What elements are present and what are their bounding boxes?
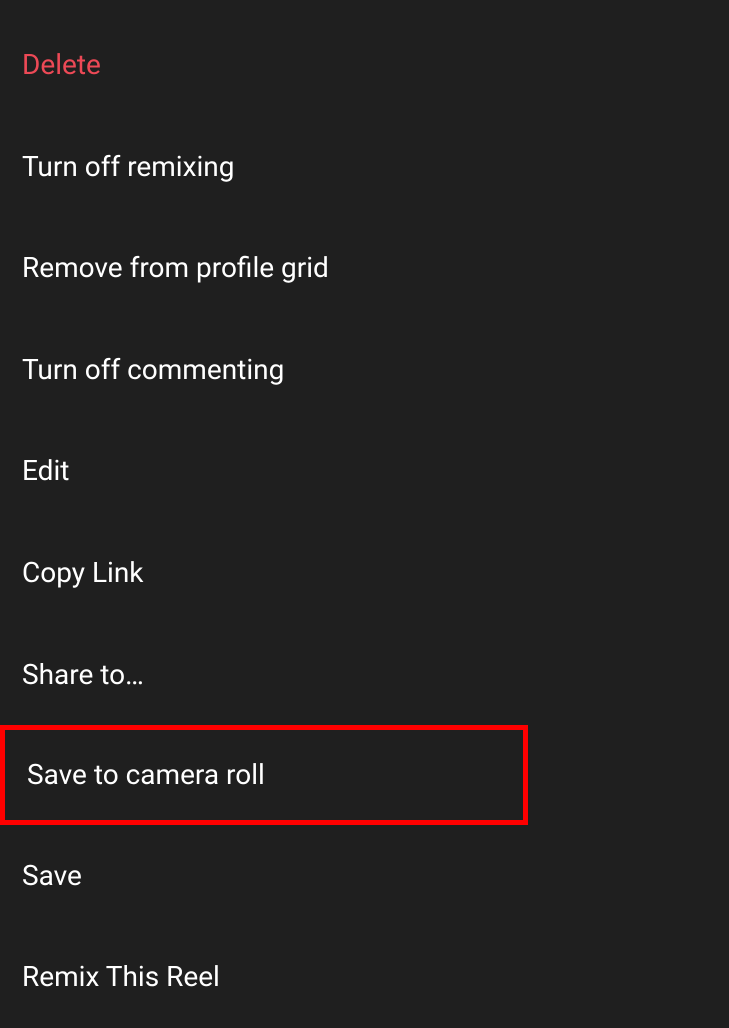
edit-option[interactable]: Edit <box>0 420 729 522</box>
turn-off-remixing-option[interactable]: Turn off remixing <box>0 116 729 218</box>
highlighted-annotation: Save to camera roll <box>0 725 528 825</box>
save-to-camera-roll-option[interactable]: Save to camera roll <box>5 730 523 820</box>
delete-option[interactable]: Delete <box>0 14 729 116</box>
turn-off-commenting-option[interactable]: Turn off commenting <box>0 319 729 421</box>
remove-from-profile-grid-option[interactable]: Remove from profile grid <box>0 217 729 319</box>
copy-link-option[interactable]: Copy Link <box>0 522 729 624</box>
share-to-option[interactable]: Share to… <box>0 624 729 726</box>
remix-this-reel-option[interactable]: Remix This Reel <box>0 926 729 1028</box>
options-menu: Delete Turn off remixing Remove from pro… <box>0 0 729 1028</box>
save-option[interactable]: Save <box>0 825 729 927</box>
